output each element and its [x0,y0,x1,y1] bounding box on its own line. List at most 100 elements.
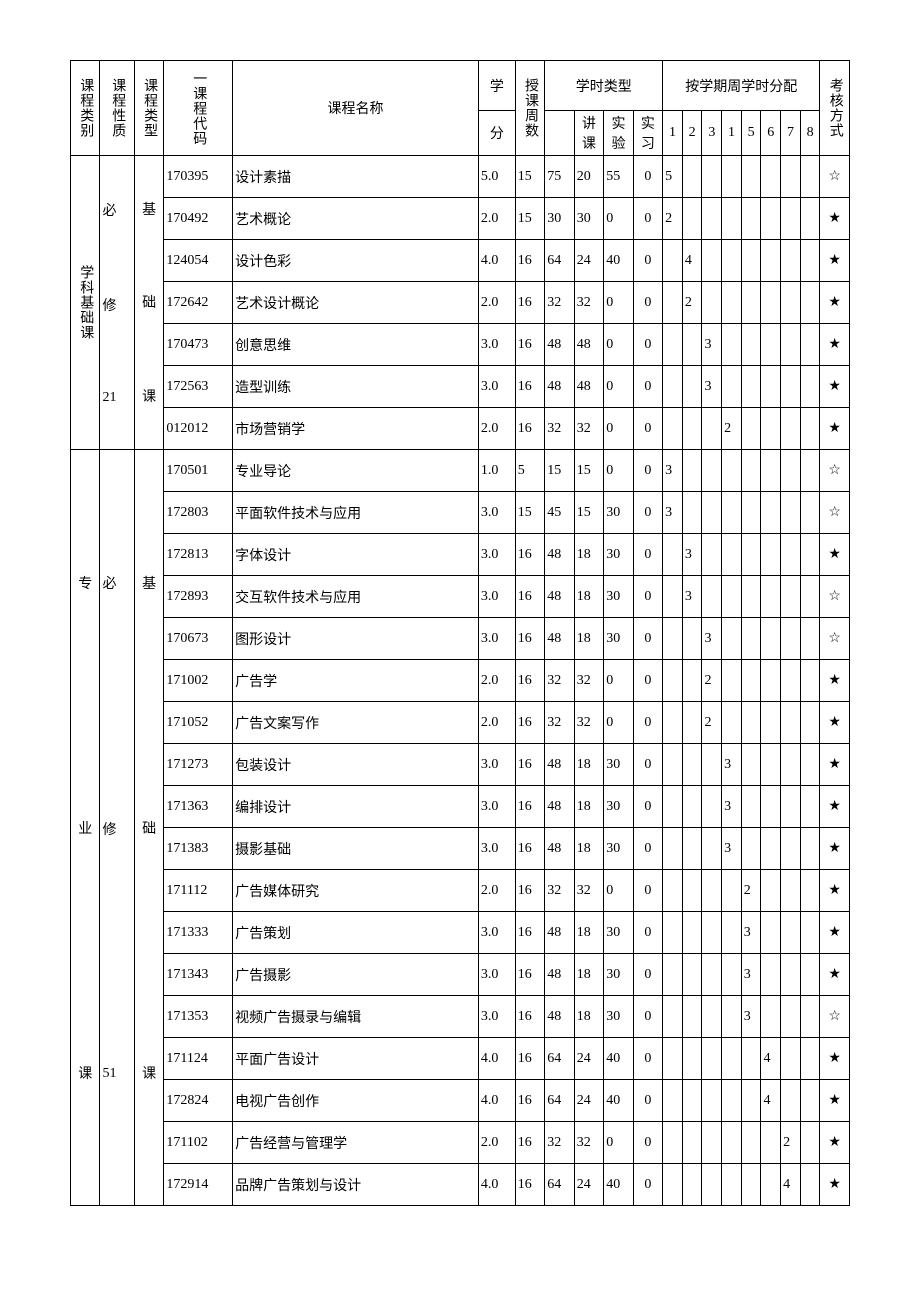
lab-hours: 30 [604,492,633,534]
lecture-hours: 32 [574,870,603,912]
course-code: 170501 [164,450,233,492]
sem-8 [800,366,820,408]
sem-5 [741,198,761,240]
sem-7 [781,702,801,744]
sem-1 [663,828,683,870]
sem-8 [800,912,820,954]
practice-hours: 0 [633,198,662,240]
lecture-hours: 32 [574,408,603,450]
practice-hours: 0 [633,828,662,870]
course-name: 设计素描 [233,156,479,198]
lecture-hours: 32 [574,660,603,702]
total-hours: 30 [545,198,574,240]
weeks: 16 [515,282,544,324]
sem-4 [722,1164,742,1206]
course-name: 广告学 [233,660,479,702]
practice-hours: 0 [633,870,662,912]
credit: 3.0 [478,324,515,366]
sem-7 [781,786,801,828]
lecture-hours: 20 [574,156,603,198]
course-name: 市场营销学 [233,408,479,450]
total-hours: 48 [545,618,574,660]
sem-5 [741,786,761,828]
weeks: 16 [515,1038,544,1080]
weeks: 15 [515,492,544,534]
sem-2 [682,492,702,534]
course-code: 171353 [164,996,233,1038]
lab-hours: 30 [604,786,633,828]
course-table: 课程类别 课程性质 课程类型 一课程代码 课程名称 学 授课周数 学时类型 按学… [70,60,850,1206]
sem-1 [663,282,683,324]
th-s1: 1 [663,111,683,156]
sem-7 [781,576,801,618]
sem-8 [800,198,820,240]
sem-6 [761,324,781,366]
sem-2 [682,702,702,744]
lab-hours: 30 [604,912,633,954]
total-hours: 48 [545,912,574,954]
course-name: 字体设计 [233,534,479,576]
weeks: 16 [515,954,544,996]
practice-hours: 0 [633,576,662,618]
sem-7 [781,408,801,450]
total-hours: 32 [545,408,574,450]
credit: 4.0 [478,240,515,282]
total-hours: 64 [545,1080,574,1122]
sem-5 [741,156,761,198]
exam-mark: ★ [820,870,850,912]
table-row: 172914品牌广告策划与设计4.01664244004★ [71,1164,850,1206]
course-code: 171112 [164,870,233,912]
sem-5 [741,660,761,702]
th-exam: 考核方式 [820,61,850,156]
total-hours: 32 [545,1122,574,1164]
credit: 3.0 [478,954,515,996]
group2-category: 专业课 [71,450,100,1206]
sem-3 [702,996,722,1038]
sem-8 [800,534,820,576]
sem-5 [741,282,761,324]
weeks: 16 [515,240,544,282]
sem-7 [781,240,801,282]
practice-hours: 0 [633,492,662,534]
weeks: 16 [515,996,544,1038]
sem-4 [722,324,742,366]
sem-6 [761,450,781,492]
sem-4 [722,534,742,576]
sem-2 [682,1080,702,1122]
total-hours: 48 [545,954,574,996]
sem-5 [741,408,761,450]
table-row: 172893交互软件技术与应用3.01648183003☆ [71,576,850,618]
table-row: 171002广告学2.0163232002★ [71,660,850,702]
sem-7 [781,996,801,1038]
lab-hours: 0 [604,660,633,702]
sem-2 [682,198,702,240]
th-type: 课程类型 [134,61,163,156]
course-code: 172893 [164,576,233,618]
sem-4 [722,156,742,198]
lab-hours: 55 [604,156,633,198]
th-lab: 实验 [604,111,633,156]
table-row: 170673图形设计3.01648183003☆ [71,618,850,660]
sem-5 [741,324,761,366]
sem-2 [682,912,702,954]
sem-2: 2 [682,282,702,324]
sem-6 [761,912,781,954]
sem-1 [663,576,683,618]
sem-5: 3 [741,954,761,996]
table-row: 专业课必修51基础课170501专业导论1.051515003☆ [71,450,850,492]
credit: 2.0 [478,282,515,324]
sem-3 [702,240,722,282]
sem-7 [781,534,801,576]
sem-3: 2 [702,702,722,744]
lab-hours: 0 [604,198,633,240]
sem-2: 3 [682,534,702,576]
lecture-hours: 18 [574,534,603,576]
table-row: 171273包装设计3.01648183003★ [71,744,850,786]
table-row: 172563造型训练3.0164848003★ [71,366,850,408]
lab-hours: 40 [604,240,633,282]
sem-2 [682,156,702,198]
sem-5 [741,576,761,618]
sem-3 [702,954,722,996]
sem-7 [781,492,801,534]
sem-8 [800,492,820,534]
